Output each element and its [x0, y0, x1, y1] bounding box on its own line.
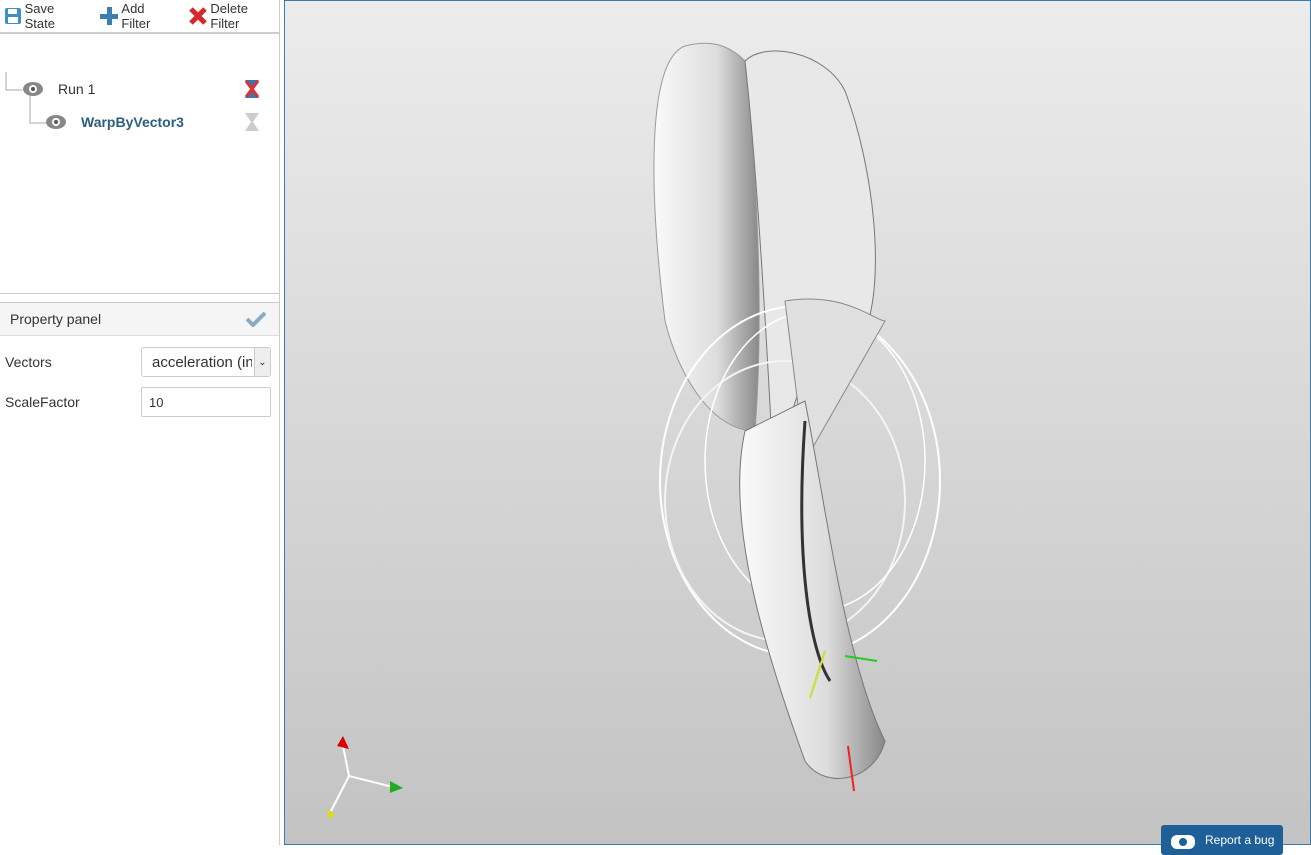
eye-icon[interactable] [22, 80, 44, 98]
orientation-axes [327, 736, 403, 819]
camera-icon [1171, 835, 1195, 849]
save-state-button[interactable]: Save State [4, 1, 87, 31]
save-state-label: Save State [24, 1, 55, 31]
delete-x-icon [189, 7, 207, 25]
report-bug-button[interactable]: Report a bug [1161, 825, 1283, 855]
property-panel-title: Property panel [10, 311, 102, 327]
floppy-disk-icon [5, 8, 21, 24]
delete-filter-button[interactable]: Delete Filter [188, 1, 279, 31]
vectors-label: Vectors [5, 354, 52, 370]
field-vectors: Vectors acceleration (in ⌄ [0, 342, 279, 382]
field-scalefactor: ScaleFactor [0, 382, 279, 422]
property-panel: Property panel Vectors acceleration (in … [0, 302, 279, 422]
vectors-select-value: acceleration (in [152, 353, 252, 371]
rendered-mesh [327, 42, 941, 819]
chevron-down-icon: ⌄ [254, 348, 270, 376]
3d-viewport[interactable]: Report a bug [284, 0, 1311, 855]
add-filter-button[interactable]: Add Filter [99, 1, 176, 31]
scalefactor-input[interactable] [141, 387, 271, 417]
pipeline-item-run1[interactable]: Run 1 [22, 80, 95, 98]
eye-icon[interactable] [45, 113, 67, 131]
pipeline-item-warpbyvector3[interactable]: WarpByVector3 [45, 113, 184, 131]
apply-check-icon[interactable] [245, 311, 267, 327]
scalefactor-label: ScaleFactor [5, 394, 80, 410]
pipeline-item-label: WarpByVector3 [81, 114, 184, 130]
color-legend-icon[interactable] [244, 112, 260, 132]
pipeline-item-label: Run 1 [58, 81, 96, 97]
pipeline-tree: Run 1 WarpByVector3 [0, 34, 279, 294]
property-panel-header: Property panel [0, 302, 279, 336]
add-filter-label: Add Filter [121, 1, 151, 31]
delete-filter-label: Delete Filter [210, 1, 248, 31]
color-legend-delete-icon[interactable] [244, 79, 260, 99]
plus-icon [99, 7, 119, 25]
left-panel: Save State Add Filter Delete Filter Run … [0, 0, 280, 845]
toolbar: Save State Add Filter Delete Filter [0, 0, 279, 34]
vectors-select[interactable]: acceleration (in ⌄ [141, 347, 271, 377]
